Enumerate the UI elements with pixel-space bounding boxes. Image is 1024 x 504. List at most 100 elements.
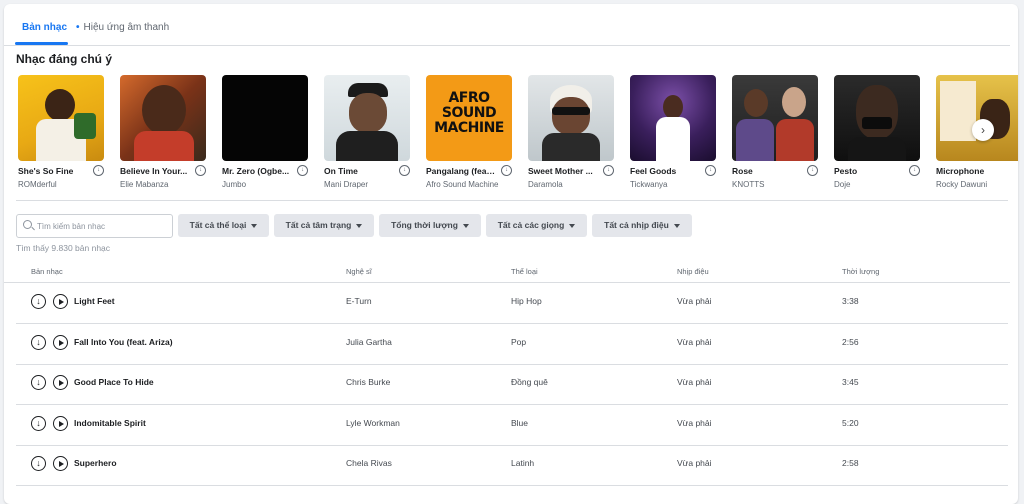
download-icon[interactable]: ↓ [31, 456, 46, 471]
filter-label: Tất cả tâm trạng [285, 220, 352, 230]
caret-down-icon [569, 223, 576, 228]
filter-vocals[interactable]: Tất cả các giọng [486, 214, 587, 237]
music-library-panel: Bản nhạc • Hiệu ứng âm thanh Nhạc đáng ch… [4, 4, 1018, 504]
card-artist: Tickwanya [630, 180, 668, 189]
track-title[interactable]: Fall Into You (feat. Ariza) [74, 337, 173, 347]
download-icon[interactable]: ↓ [297, 165, 308, 176]
album-cover [528, 75, 614, 161]
album-cover [120, 75, 206, 161]
card-artist: Daramola [528, 180, 563, 189]
table-row[interactable]: ↓ Fall Into You (feat. Ariza) Julia Gart… [16, 324, 1008, 365]
featured-card[interactable]: She's So Fine ↓ ROMderful [18, 75, 104, 189]
featured-card[interactable]: Mr. Zero (Ogbe... ↓ Jumbo [222, 75, 308, 189]
track-artist: Julia Gartha [346, 337, 392, 347]
track-title[interactable]: Indomitable Spirit [74, 418, 146, 428]
play-icon[interactable] [53, 375, 68, 390]
album-cover: AFRO SOUND MACHINE [426, 75, 512, 161]
featured-card[interactable]: Sweet Mother ... ↓ Daramola [528, 75, 614, 189]
table-row[interactable]: ↓ Superhero Chela Rivas Latinh Vừa phải … [16, 445, 1008, 486]
tab-sound-effects[interactable]: • Hiệu ứng âm thanh [76, 22, 169, 33]
track-genre: Blue [511, 418, 529, 428]
caret-down-icon [673, 223, 680, 228]
search-box[interactable] [16, 214, 173, 238]
card-title: Microphone [936, 166, 985, 176]
card-title: Feel Goods [630, 166, 677, 176]
tab-tracks[interactable]: Bản nhạc [22, 22, 67, 33]
featured-card[interactable]: Believe In Your... ↓ Elie Mabanza [120, 75, 206, 189]
caret-down-icon [462, 223, 469, 228]
table-row[interactable]: ↓ Light Feet E-Turn Hip Hop Vừa phải 3:3… [16, 283, 1008, 324]
card-artist: Doje [834, 180, 851, 189]
table-row[interactable]: ↓ Indomitable Spirit Lyle Workman Blue V… [16, 405, 1008, 446]
track-tempo: Vừa phải [677, 458, 712, 468]
play-icon[interactable] [53, 335, 68, 350]
featured-card[interactable]: On Time ↓ Mani Draper [324, 75, 410, 189]
result-count: Tìm thấy 9.830 bản nhạc [16, 243, 111, 253]
featured-card[interactable]: Feel Goods ↓ Tickwanya [630, 75, 716, 189]
download-icon[interactable]: ↓ [31, 416, 46, 431]
track-title[interactable]: Light Feet [74, 296, 115, 306]
column-header-genre[interactable]: Thể loại [511, 267, 538, 276]
card-artist: Mani Draper [324, 180, 369, 189]
card-title: Mr. Zero (Ogbe... [222, 166, 290, 176]
tab-bar: Bản nhạc • Hiệu ứng âm thanh [4, 4, 1010, 46]
download-icon[interactable]: ↓ [93, 165, 104, 176]
album-cover [222, 75, 308, 161]
featured-carousel: She's So Fine ↓ ROMderful Believe In You… [18, 75, 1018, 200]
column-header-tempo[interactable]: Nhịp điệu [677, 267, 709, 276]
filter-tempo[interactable]: Tất cả nhịp điệu [592, 214, 692, 237]
track-genre: Hip Hop [511, 296, 542, 306]
play-icon[interactable] [53, 456, 68, 471]
album-cover [630, 75, 716, 161]
card-title: Sweet Mother ... [528, 166, 593, 176]
filter-mood[interactable]: Tất cả tâm trạng [274, 214, 374, 237]
download-icon[interactable]: ↓ [195, 165, 206, 176]
download-icon[interactable]: ↓ [807, 165, 818, 176]
track-title[interactable]: Superhero [74, 458, 117, 468]
filter-duration[interactable]: Tổng thời lượng [379, 214, 481, 237]
track-artist: Lyle Workman [346, 418, 400, 428]
album-cover [732, 75, 818, 161]
track-artist: E-Turn [346, 296, 372, 306]
column-header-artist[interactable]: Nghệ sĩ [346, 267, 372, 276]
card-artist: Jumbo [222, 180, 247, 189]
card-title: Pesto [834, 166, 858, 176]
card-title: She's So Fine [18, 166, 74, 176]
download-icon[interactable]: ↓ [603, 165, 614, 176]
album-cover [324, 75, 410, 161]
track-tempo: Vừa phải [677, 296, 712, 306]
filter-genre[interactable]: Tất cả thể loại [178, 214, 269, 237]
download-icon[interactable]: ↓ [31, 375, 46, 390]
track-duration: 2:56 [842, 337, 859, 347]
table-row[interactable]: ↓ Good Place To Hide Chris Burke Đồng qu… [16, 364, 1008, 405]
track-artist: Chris Burke [346, 377, 391, 387]
featured-card[interactable]: Pesto ↓ Doje [834, 75, 920, 189]
track-genre: Đồng quê [511, 377, 548, 387]
download-icon[interactable]: ↓ [31, 335, 46, 350]
play-icon[interactable] [53, 294, 68, 309]
column-header-track[interactable]: Bản nhạc [31, 267, 63, 276]
track-duration: 3:38 [842, 296, 859, 306]
download-icon[interactable]: ↓ [909, 165, 920, 176]
filter-label: Tổng thời lượng [391, 220, 458, 230]
track-title[interactable]: Good Place To Hide [74, 377, 154, 387]
card-artist: Afro Sound Machine [426, 180, 499, 189]
tab-sound-effects-label: Hiệu ứng âm thanh [83, 22, 170, 33]
caret-down-icon [356, 223, 363, 228]
search-input[interactable] [35, 218, 169, 235]
chevron-right-icon[interactable]: › [972, 119, 994, 141]
card-artist: ROMderful [18, 180, 57, 189]
column-header-duration[interactable]: Thời lượng [842, 267, 879, 276]
play-icon[interactable] [53, 416, 68, 431]
download-icon[interactable]: ↓ [501, 165, 512, 176]
search-icon [23, 220, 32, 229]
featured-card[interactable]: Microphone Rocky Dawuni [936, 75, 1018, 189]
download-icon[interactable]: ↓ [705, 165, 716, 176]
card-artist: KNOTTS [732, 180, 765, 189]
download-icon[interactable]: ↓ [399, 165, 410, 176]
track-duration: 2:58 [842, 458, 859, 468]
featured-card[interactable]: Rose ↓ KNOTTS [732, 75, 818, 189]
featured-card[interactable]: AFRO SOUND MACHINE Pangalang (feat.... ↓… [426, 75, 512, 189]
download-icon[interactable]: ↓ [31, 294, 46, 309]
featured-section-title: Nhạc đáng chú ý [16, 52, 113, 66]
